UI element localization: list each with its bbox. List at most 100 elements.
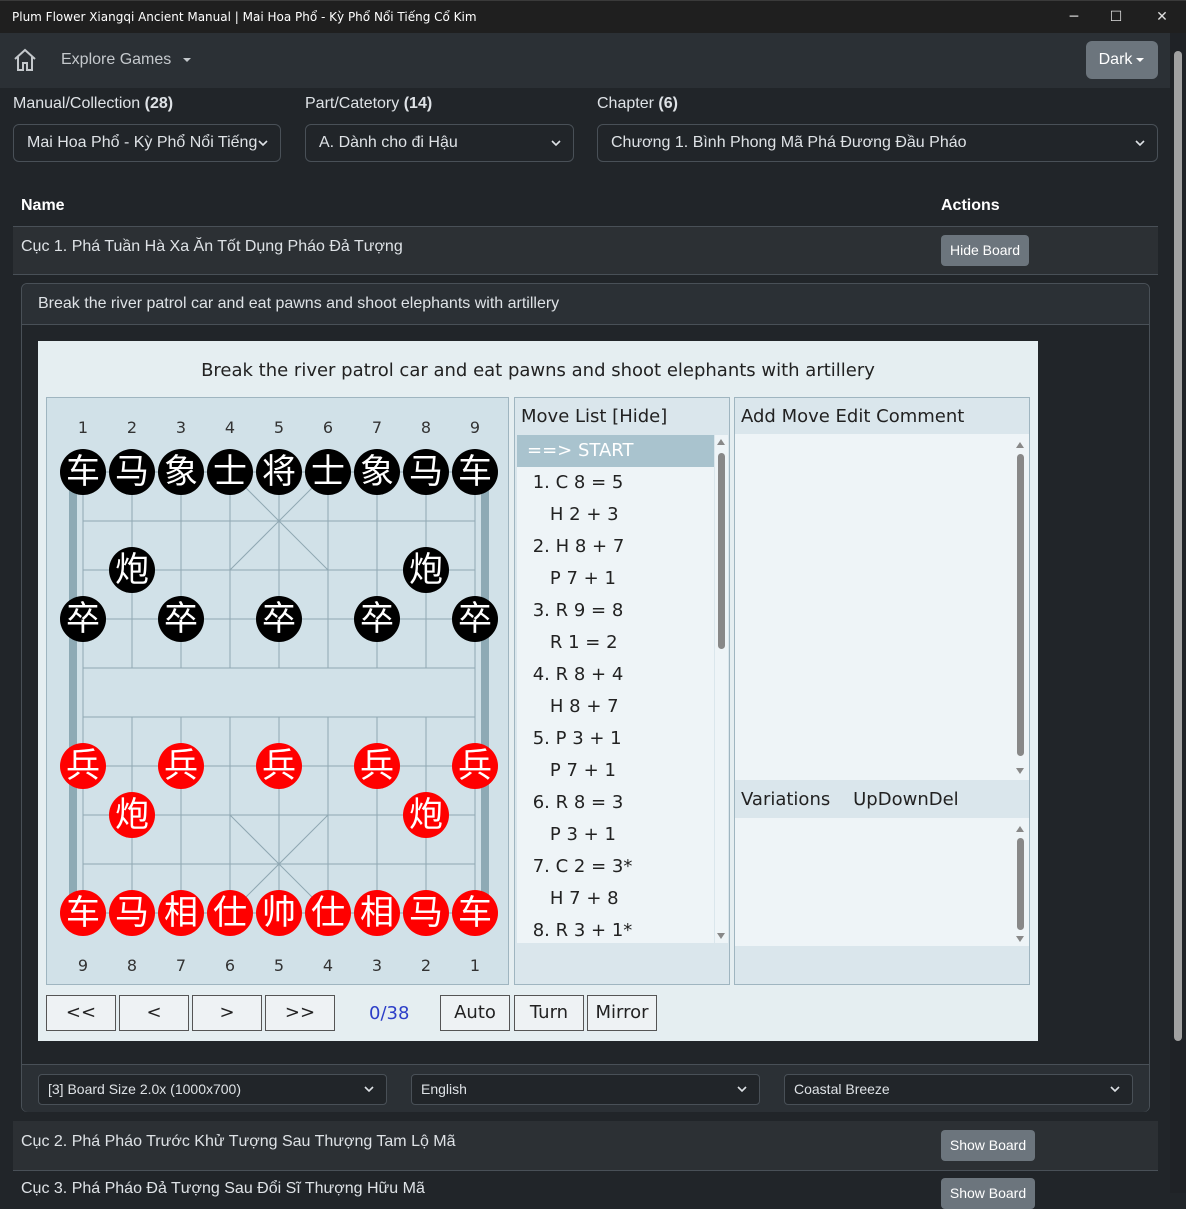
black-pawn[interactable]: 卒	[158, 596, 204, 642]
variations-header[interactable]: Variations UpDownDel	[741, 789, 959, 810]
move-item[interactable]: 1. C 8 = 5	[517, 467, 714, 499]
red-cannon[interactable]: 炮	[109, 792, 155, 838]
theme-dropdown-button[interactable]: Dark	[1086, 41, 1158, 79]
black-piece[interactable]: 车	[60, 449, 106, 495]
turn-board-button[interactable]: Turn	[514, 995, 584, 1031]
move-item[interactable]: P 7 + 1	[517, 755, 714, 787]
minimize-button[interactable]: ─	[1054, 5, 1094, 29]
red-piece[interactable]: 帅	[256, 890, 302, 936]
comment-header[interactable]: Add Move Edit Comment	[741, 406, 964, 427]
move-item[interactable]: 2. H 8 + 7	[517, 531, 714, 563]
auto-play-button[interactable]: Auto	[440, 995, 510, 1031]
scroll-thumb[interactable]	[1174, 51, 1182, 1041]
explore-games-label: Explore Games	[61, 51, 172, 68]
move-item[interactable]: 7. C 2 = 3*	[517, 851, 714, 883]
manual-select-value: Mai Hoa Phổ - Kỳ Phổ Nổi Tiếng	[27, 134, 258, 151]
move-item[interactable]: H 8 + 7	[517, 691, 714, 723]
red-cannon[interactable]: 炮	[403, 792, 449, 838]
scroll-up-icon[interactable]	[717, 439, 725, 445]
black-cannon[interactable]: 炮	[403, 547, 449, 593]
scroll-down-icon[interactable]	[1016, 936, 1024, 942]
comment-scrollbar[interactable]	[1014, 438, 1027, 778]
last-move-button[interactable]: >>	[265, 995, 335, 1031]
black-piece[interactable]: 象	[158, 449, 204, 495]
red-pawn[interactable]: 兵	[60, 743, 106, 789]
red-piece[interactable]: 马	[403, 890, 449, 936]
home-icon[interactable]	[12, 47, 38, 73]
board-theme-select[interactable]: Coastal Breeze	[784, 1074, 1133, 1105]
scroll-up-icon[interactable]	[1016, 826, 1024, 832]
chapter-select[interactable]: Chương 1. Bình Phong Mã Phá Đương Đầu Ph…	[597, 124, 1158, 162]
move-item[interactable]: H 2 + 3	[517, 499, 714, 531]
scroll-up-icon[interactable]	[1016, 442, 1024, 448]
move-item[interactable]: 6. R 8 = 3	[517, 787, 714, 819]
variations-area[interactable]	[735, 818, 1029, 946]
black-piece[interactable]: 马	[403, 449, 449, 495]
first-move-button[interactable]: <<	[46, 995, 116, 1031]
move-list-header[interactable]: Move List [Hide]	[521, 406, 667, 427]
show-board-button[interactable]: Show Board	[941, 1178, 1035, 1209]
window-title: Plum Flower Xiangqi Ancient Manual | Mai…	[12, 10, 477, 24]
black-piece[interactable]: 将	[256, 449, 302, 495]
file-label: 9	[77, 956, 89, 975]
red-piece[interactable]: 仕	[207, 890, 253, 936]
move-item[interactable]: 8. R 3 + 1*	[517, 915, 714, 943]
file-label: 8	[420, 418, 432, 437]
black-pawn[interactable]: 卒	[256, 596, 302, 642]
prev-move-button[interactable]: <	[119, 995, 189, 1031]
file-label: 5	[273, 956, 285, 975]
black-piece[interactable]: 士	[305, 449, 351, 495]
red-piece[interactable]: 马	[109, 890, 155, 936]
black-cannon[interactable]: 炮	[109, 547, 155, 593]
move-item[interactable]: 4. R 8 + 4	[517, 659, 714, 691]
black-pawn[interactable]: 卒	[452, 596, 498, 642]
game-name: Cục 1. Phá Tuần Hà Xa Ăn Tốt Dụng Pháo Đ…	[21, 238, 403, 255]
move-item[interactable]: 5. P 3 + 1	[517, 723, 714, 755]
black-piece[interactable]: 士	[207, 449, 253, 495]
red-piece[interactable]: 车	[452, 890, 498, 936]
move-item[interactable]: P 7 + 1	[517, 563, 714, 595]
move-item[interactable]: 3. R 9 = 8	[517, 595, 714, 627]
black-piece[interactable]: 车	[452, 449, 498, 495]
scroll-down-icon[interactable]	[1016, 768, 1024, 774]
move-list[interactable]: ==> START 1. C 8 = 5 H 2 + 3 2. H 8 + 7 …	[517, 435, 714, 943]
show-board-button[interactable]: Show Board	[941, 1130, 1035, 1161]
part-select[interactable]: A. Dành cho đi Hậu	[305, 124, 574, 162]
red-pawn[interactable]: 兵	[354, 743, 400, 789]
manual-select[interactable]: Mai Hoa Phổ - Kỳ Phổ Nổi Tiếng	[13, 124, 281, 162]
close-button[interactable]: ✕	[1142, 5, 1182, 29]
red-pawn[interactable]: 兵	[452, 743, 498, 789]
red-piece[interactable]: 车	[60, 890, 106, 936]
black-pawn[interactable]: 卒	[60, 596, 106, 642]
red-pawn[interactable]: 兵	[158, 743, 204, 789]
column-header-name: Name	[21, 197, 65, 214]
maximize-button[interactable]: ☐	[1096, 5, 1136, 29]
move-start[interactable]: ==> START	[517, 435, 714, 467]
part-select-value: A. Dành cho đi Hậu	[319, 134, 458, 151]
black-piece[interactable]: 马	[109, 449, 155, 495]
scroll-thumb[interactable]	[1017, 454, 1024, 756]
red-piece[interactable]: 仕	[305, 890, 351, 936]
black-pawn[interactable]: 卒	[354, 596, 400, 642]
red-pawn[interactable]: 兵	[256, 743, 302, 789]
red-piece[interactable]: 相	[158, 890, 204, 936]
move-list-scrollbar[interactable]	[715, 435, 728, 943]
black-piece[interactable]: 象	[354, 449, 400, 495]
next-move-button[interactable]: >	[192, 995, 262, 1031]
xiangqi-board[interactable]: 123456789987654321车马象士将士象马车炮炮卒卒卒卒卒兵兵兵兵兵炮…	[46, 397, 509, 985]
scroll-down-icon[interactable]	[717, 933, 725, 939]
language-select[interactable]: English	[411, 1074, 760, 1105]
scroll-thumb[interactable]	[1017, 838, 1024, 930]
variations-scrollbar[interactable]	[1014, 822, 1027, 946]
comment-area[interactable]	[735, 434, 1029, 780]
page-scrollbar[interactable]	[1170, 33, 1186, 1193]
move-item[interactable]: R 1 = 2	[517, 627, 714, 659]
explore-games-dropdown[interactable]: Explore Games	[61, 51, 192, 69]
red-piece[interactable]: 相	[354, 890, 400, 936]
scroll-thumb[interactable]	[718, 453, 725, 649]
board-size-select[interactable]: [3] Board Size 2.0x (1000x700)	[38, 1074, 387, 1105]
move-item[interactable]: P 3 + 1	[517, 819, 714, 851]
mirror-board-button[interactable]: Mirror	[587, 995, 657, 1031]
hide-board-button[interactable]: Hide Board	[941, 235, 1029, 266]
move-item[interactable]: H 7 + 8	[517, 883, 714, 915]
